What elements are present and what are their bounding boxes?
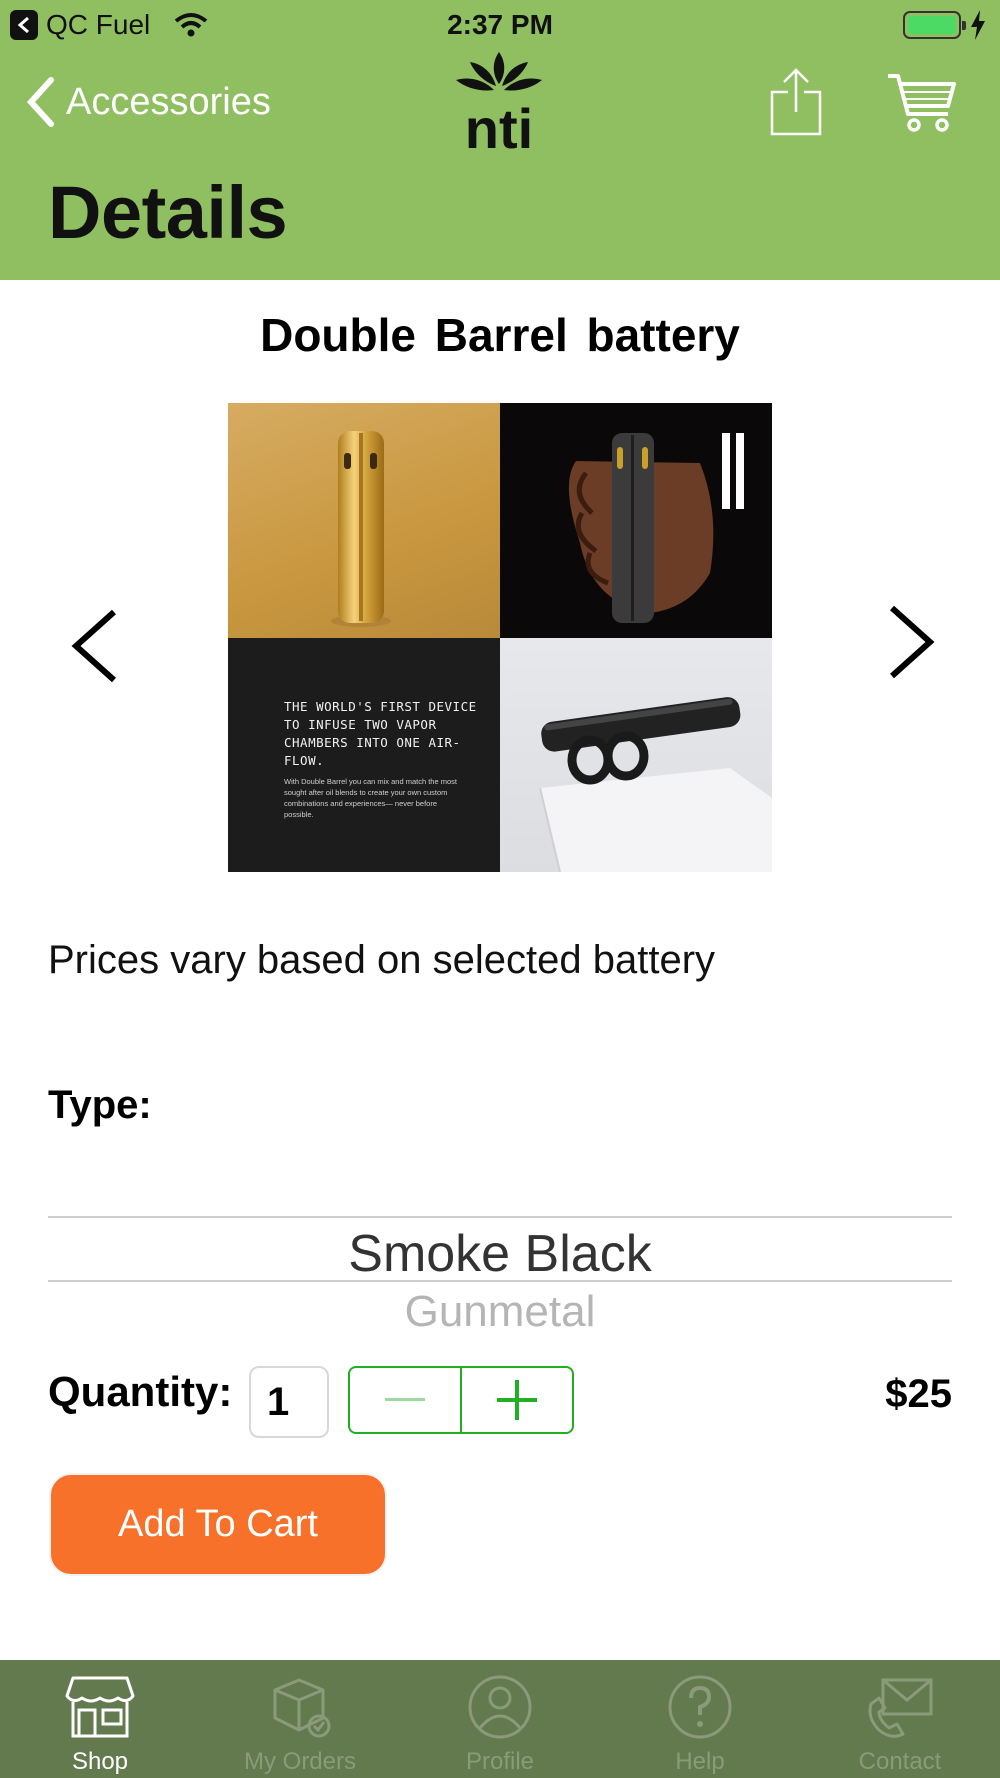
chevron-left-icon (26, 77, 54, 127)
tab-label: Help (675, 1748, 725, 1775)
carousel-prev-icon[interactable] (66, 606, 126, 686)
picker-divider-top (48, 1216, 952, 1218)
gold-battery-image (228, 403, 500, 638)
cart-icon[interactable] (886, 70, 958, 134)
back-button[interactable]: Accessories (26, 74, 271, 130)
product-image-gallery[interactable]: THE WORLD'S FIRST DEVICE TO INFUSE TWO V… (228, 403, 772, 872)
marketing-text-image: THE WORLD'S FIRST DEVICE TO INFUSE TWO V… (228, 638, 500, 872)
tab-label: Shop (71, 1748, 129, 1775)
status-bar: QC Fuel 2:37 PM (0, 0, 1000, 50)
tab-my-orders[interactable]: My Orders (200, 1660, 400, 1778)
add-to-cart-button[interactable]: Add To Cart (49, 1473, 387, 1576)
store-icon (65, 1676, 135, 1738)
quantity-stepper[interactable] (348, 1366, 574, 1434)
type-label: Type: (48, 1083, 152, 1127)
share-icon[interactable] (766, 66, 826, 138)
price-note: Prices vary based on selected battery (48, 938, 716, 982)
decrement-button[interactable] (350, 1368, 460, 1432)
marketing-body: With Double Barrel you can mix and match… (284, 777, 457, 819)
charging-bolt-icon (971, 10, 985, 40)
status-time: 2:37 PM (447, 9, 553, 40)
picker-next-option[interactable]: Gunmetal (48, 1286, 952, 1330)
plus-icon (497, 1380, 537, 1420)
tab-label: Profile (465, 1748, 535, 1775)
marketing-headline: THE WORLD'S FIRST DEVICE TO INFUSE TWO V… (284, 699, 477, 768)
quantity-label: Quantity: (48, 1368, 233, 1415)
person-icon (468, 1675, 532, 1739)
battery-on-pedestal-image (500, 638, 772, 872)
nti-logo: nti (456, 52, 542, 154)
tab-help[interactable]: Help (600, 1660, 800, 1778)
product-name: Double Barrel battery (260, 309, 740, 361)
tab-label: My Orders (243, 1748, 356, 1775)
tab-label: Contact (858, 1748, 942, 1775)
carousel-next-icon[interactable] (880, 602, 940, 682)
increment-button[interactable] (460, 1368, 572, 1432)
tab-bar: Shop My Orders Profile Help Contact (0, 1660, 1000, 1778)
envelope-phone-icon (868, 1678, 933, 1738)
orders-box-icon (273, 1678, 331, 1738)
product-price: $25 (885, 1372, 952, 1416)
type-picker[interactable]: Smoke Black Gunmetal (48, 1216, 952, 1330)
tab-shop[interactable]: Shop (0, 1660, 200, 1778)
nav-header: QC Fuel 2:37 PM Accessories nti Details (0, 0, 1000, 280)
question-icon (668, 1675, 732, 1739)
tab-contact[interactable]: Contact (800, 1660, 1000, 1778)
picker-divider-bottom (48, 1280, 952, 1282)
page-title: Details (48, 171, 288, 254)
tab-profile[interactable]: Profile (400, 1660, 600, 1778)
battery-icon (903, 11, 966, 39)
minus-icon (385, 1398, 425, 1401)
hand-holding-battery-image (500, 403, 772, 638)
picker-selected-option[interactable]: Smoke Black (48, 1224, 952, 1284)
quantity-input[interactable]: 1 (249, 1366, 329, 1438)
svg-text:nti: nti (465, 97, 533, 154)
back-button-label: Accessories (66, 80, 271, 123)
